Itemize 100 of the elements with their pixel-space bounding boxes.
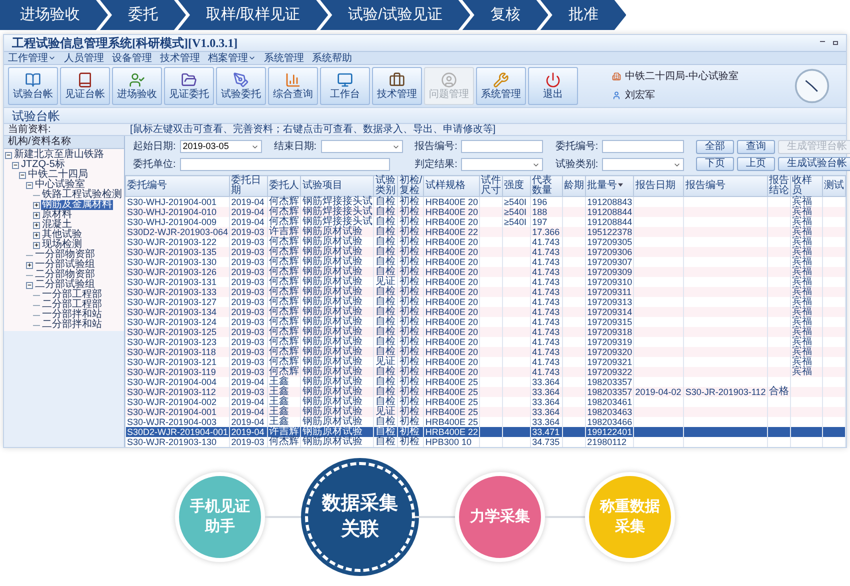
tree-item[interactable]: 铁路工程试验检测 [41, 190, 123, 200]
menu-item[interactable]: 系统管理 [264, 50, 304, 66]
table-row[interactable]: S30-WJR-201903-122 2019-03 何杰辉 钢筋原材试验 自检 初检 HRB400E 20 41.743 197209305 宾福 [126, 237, 846, 247]
toolbar-button[interactable]: 见证委托 [164, 67, 214, 105]
toolbar-button[interactable]: 工作台 [320, 67, 370, 105]
column-header[interactable]: 报告结论 [767, 176, 790, 196]
table-row[interactable]: S30-WJR-201904-002 2019-04 王鑫 钢筋原材试验 自检 初检 HRB400E 25 33.364 198203461 [126, 397, 846, 407]
table-row[interactable]: S30-WJR-201903-112 2019-03 王鑫 钢筋原材试验 自检 初检 HRB400E 25 33.364 198203357 2019-04-02 S30-JR-201903-112 合格 [126, 387, 846, 397]
tree-item[interactable]: 钢筋及金属材料 [41, 200, 113, 210]
table-row[interactable]: S30-WJR-201903-118 2019-03 何杰辉 钢筋原材试验 自检 初检 HRB400E 20 41.743 197209320 宾福 [126, 347, 846, 357]
table-row[interactable]: S30-WJR-201904-003 2019-04 王鑫 钢筋原材试验 自检 初检 HRB400E 25 33.364 198203466 [126, 417, 846, 427]
tree-item[interactable]: 原材料 [41, 210, 73, 220]
expand-icon[interactable] [33, 242, 40, 248]
collapse-icon[interactable] [26, 182, 33, 188]
menu-item[interactable]: 技术管理 [160, 50, 200, 66]
column-header[interactable]: 报告编号 [684, 176, 768, 196]
column-header[interactable]: 收样员 [790, 176, 822, 196]
toolbar-button[interactable]: 进场验收 [112, 67, 162, 105]
dropdown-field[interactable] [320, 140, 403, 153]
table-row[interactable]: S30-WJR-201903-131 2019-03 何杰辉 钢筋原材试验 见证 初检 HRB400E 20 41.743 197209310 宾福 [126, 277, 846, 287]
toolbar-button[interactable]: 试验台帐 [8, 67, 58, 105]
table-row[interactable]: S30-WJR-201903-130 2019-03 何杰辉 钢筋原材试验 自检 初检 HPB300 10 34.735 21980112 [126, 437, 846, 447]
tree-item[interactable]: 一分部试验组 [34, 260, 96, 270]
column-header[interactable]: 委托编号 [126, 176, 230, 196]
column-header[interactable]: 初检/复检 [398, 176, 424, 196]
tree-item[interactable]: 一分部拌和站 [41, 310, 103, 320]
tree-item[interactable]: JTZQ-5标 [20, 160, 66, 170]
column-header[interactable]: 测试 [822, 176, 846, 196]
table-row[interactable]: S30-WJR-201903-124 2019-03 何杰辉 钢筋原材试验 自检 初检 HRB400E 20 41.743 197209315 宾福 [126, 317, 846, 327]
tree-item[interactable]: 二分部试验组 [34, 280, 96, 290]
tree-item[interactable]: 中心试验室 [34, 180, 86, 190]
table-row[interactable]: S30-WJR-201903-127 2019-03 何杰辉 钢筋原材试验 自检 初检 HRB400E 20 41.743 197209313 宾福 [126, 297, 846, 307]
toolbar-button[interactable]: 下页 [696, 157, 734, 171]
table-row[interactable]: S30-WJR-201904-001 2019-04 王鑫 钢筋原材试验 见证 初检 HRB400E 25 33.364 198203463 [126, 407, 846, 417]
toolbar-button[interactable]: 系统管理 [476, 67, 526, 105]
tree-item[interactable]: 混凝土 [41, 220, 73, 230]
column-header[interactable]: 代表数量 [530, 176, 563, 196]
menu-item[interactable]: 系统帮助 [312, 50, 352, 66]
table-row[interactable]: S30-WJR-201903-130 2019-03 何杰辉 钢筋原材试验 自检 初检 HRB400E 20 41.743 197209307 宾福 [126, 257, 846, 267]
toolbar-button[interactable]: 查询 [737, 140, 776, 154]
table-row[interactable]: S30-WJR-201903-135 2019-03 何杰辉 钢筋原材试验 自检 初检 HRB400E 20 41.743 197209306 宾福 [126, 247, 846, 257]
column-header[interactable]: 强度 [502, 176, 531, 196]
column-header[interactable]: 试验项目 [300, 176, 374, 196]
table-row[interactable]: S30-WJR-201903-126 2019-03 何杰辉 钢筋原材试验 自检 初检 HRB400E 20 41.743 197209309 宾福 [126, 267, 846, 277]
table-row[interactable]: S30D2-WJR-201903-064 2019-03 许吉辉 钢筋原材试验 自检 初检 HRB400E 22 17.366 195122378 宾福 [126, 227, 846, 237]
table-row[interactable]: S30-WJR-201903-125 2019-03 何杰辉 钢筋原材试验 自检 初检 HRB400E 20 41.743 197209318 宾福 [126, 327, 846, 337]
expand-icon[interactable] [26, 262, 33, 268]
tree-item[interactable]: 一分部工程部 [41, 290, 103, 300]
tree-item[interactable]: 其他试验 [41, 230, 83, 240]
table-row[interactable]: S30-WHJ-201904-010 2019-04 何杰辉 钢筋焊接接头试 自检 初检 HRB400E 20 ≥540I 188 191208844 宾福 [126, 207, 846, 217]
expand-icon[interactable] [33, 202, 40, 208]
table-row[interactable]: S30-WHJ-201904-009 2019-04 何杰辉 钢筋焊接接头试 自检 初检 HRB400E 20 ≥540I 197 191208844 宾福 [126, 217, 846, 227]
collapse-icon[interactable] [5, 152, 12, 158]
table-row[interactable]: S30-WJR-201903-133 2019-03 何杰辉 钢筋原材试验 自检 初检 HRB400E 20 41.743 197209311 宾福 [126, 287, 846, 297]
toolbar-button[interactable]: 全部 [696, 140, 734, 154]
toolbar-button[interactable]: 技术管理 [372, 67, 422, 105]
menu-item[interactable]: 人员管理 [64, 50, 104, 66]
tree-item[interactable]: 一分部物资部 [34, 250, 96, 260]
input-field[interactable] [602, 140, 684, 153]
tree-item[interactable]: 中铁二十四局 [27, 170, 89, 180]
menu-item[interactable]: 设备管理 [112, 50, 152, 66]
menu-item[interactable]: 工作管理 [8, 50, 56, 66]
table-row[interactable]: S30-WJR-201903-134 2019-03 何杰辉 钢筋原材试验 自检 初检 HRB400E 20 41.743 197209314 宾福 [126, 307, 846, 317]
collapse-icon[interactable] [19, 172, 26, 178]
dropdown-field[interactable] [461, 158, 544, 171]
column-header[interactable]: 委托日期 [230, 176, 268, 196]
collapse-icon[interactable] [12, 162, 19, 168]
expand-icon[interactable] [33, 222, 40, 228]
toolbar-button[interactable]: 上页 [737, 157, 776, 171]
toolbar-button[interactable]: 生成试验台帐 [778, 157, 850, 171]
column-header[interactable]: 批量号 [586, 176, 634, 196]
input-field[interactable] [180, 158, 390, 171]
menu-item[interactable]: 档案管理 [208, 50, 256, 66]
maximize-icon[interactable] [833, 41, 838, 45]
toolbar-button[interactable]: 见证台帐 [60, 67, 110, 105]
table-row[interactable]: S30-WJR-201903-121 2019-03 何杰辉 钢筋原材试验 见证 初检 HRB400E 20 41.743 197209321 宾福 [126, 357, 846, 367]
tree-item[interactable]: 现场检测 [41, 240, 83, 250]
dropdown-field[interactable] [602, 158, 684, 171]
column-header[interactable]: 试验类别 [374, 176, 398, 196]
toolbar-button[interactable]: 综合查询 [268, 67, 318, 105]
column-header[interactable]: 报告日期 [634, 176, 684, 196]
tree-item[interactable]: 二分部物资部 [34, 270, 96, 280]
tree-item[interactable]: 二分部拌和站 [41, 320, 103, 330]
collapse-icon[interactable] [26, 282, 33, 288]
date-field[interactable]: 2019-03-05 [180, 140, 262, 153]
table-row[interactable]: S30-WJR-201903-119 2019-03 何杰辉 钢筋原材试验 自检 初检 HRB400E 20 41.743 197209322 宾福 [126, 367, 846, 377]
column-header[interactable]: 委托人 [268, 176, 301, 196]
column-header[interactable]: 试样规格 [424, 176, 480, 196]
column-header[interactable]: 龄期 [562, 176, 586, 196]
toolbar-button[interactable]: 试验委托 [216, 67, 266, 105]
toolbar-button[interactable]: 退出 [528, 67, 578, 105]
column-header[interactable]: 试件尺寸 [480, 176, 503, 196]
table-row[interactable]: S30-WJR-201903-123 2019-03 何杰辉 钢筋原材试验 自检 初检 HRB400E 20 41.743 197209319 宾福 [126, 337, 846, 347]
tree-item[interactable]: 新建北京至唐山铁路 [13, 150, 105, 160]
table-row[interactable]: S30-WJR-201904-004 2019-04 王鑫 钢筋原材试验 自检 初检 HRB400E 25 33.364 198203357 [126, 377, 846, 387]
input-field[interactable] [461, 140, 544, 153]
tree-item[interactable]: 二分部工程部 [41, 300, 103, 310]
expand-icon[interactable] [33, 232, 40, 238]
expand-icon[interactable] [33, 212, 40, 218]
table-row[interactable]: S30-WHJ-201904-001 2019-04 何杰辉 钢筋焊接接头试 自检 初检 HRB400E 20 ≥540I 196 191208843 宾福 [126, 196, 846, 207]
